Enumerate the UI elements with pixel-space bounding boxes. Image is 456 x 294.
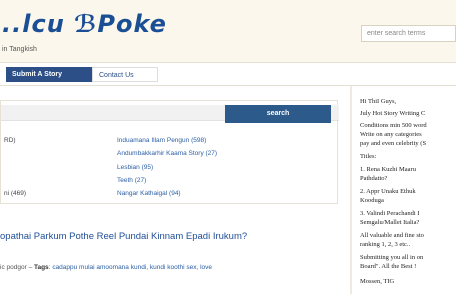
- sidebar-text-line: ranking 1, 2, 3 etc..: [360, 241, 411, 248]
- sidebar-text-line: 2. Appr Unaku Ethuk: [360, 188, 416, 195]
- category-link[interactable]: Andumbakkarhir Kaama Story (27): [117, 150, 217, 157]
- sidebar-announcement: Hi ThiI Guys, July Hot Story Writing C C…: [350, 86, 456, 294]
- sidebar-text-line: Mossen, TIG: [360, 278, 395, 285]
- post-title-link[interactable]: opathai Parkum Pothe Reel Pundai Kinnam …: [0, 231, 348, 242]
- sidebar-text-line: Write on any categories: [360, 131, 422, 138]
- sidebar-text-line: Titles:: [360, 153, 377, 160]
- site-tagline: in Tangkish: [2, 46, 37, 53]
- sidebar-text-line: 1. Rena Kuzhi Maaru: [360, 166, 416, 173]
- tags-colon: :: [48, 264, 51, 271]
- sidebar-text-line: Submitting you all in on: [360, 254, 424, 261]
- sidebar-text-line: Hi ThiI Guys,: [360, 98, 397, 105]
- category-link[interactable]: Induamana Illam Pengun (598): [117, 137, 206, 144]
- category-row: RD) Induamana Illam Pengun (598): [1, 135, 339, 147]
- sidebar-text-line: Board". All the Best !: [360, 263, 417, 270]
- site-logo[interactable]: ..lcu ℬPoke: [2, 10, 167, 38]
- post-tags[interactable]: cadappu mulai amoomana kundi, kundi koot…: [52, 264, 212, 271]
- sidebar-text-line: Kooduga: [360, 197, 384, 204]
- sidebar-text-line: Semgalu/Mallet Italia?: [360, 219, 420, 226]
- main-content: search RD) Induamana Illam Pengun (598) …: [0, 86, 350, 294]
- site-header: ..lcu ℬPoke in Tangkish enter search ter…: [0, 0, 456, 62]
- category-row: Teeth (27): [1, 175, 339, 187]
- search-input[interactable]: enter search terms: [361, 25, 456, 42]
- category-link[interactable]: Lesbian (95): [117, 164, 153, 171]
- post-author[interactable]: ic podgor: [0, 264, 27, 271]
- category-row: ni (469) Nangar Kathaigal (94): [1, 188, 339, 200]
- sidebar-text-line: July Hot Story Writing C: [360, 110, 426, 117]
- category-link[interactable]: Nangar Kathaigal (94): [117, 190, 181, 197]
- sidebar-text-line: Pathdatto?: [360, 175, 388, 182]
- tags-label: Tags: [33, 264, 49, 271]
- sidebar-text-line: 3. Valindi Perachandi I: [360, 210, 420, 217]
- category-left[interactable]: RD): [4, 137, 16, 144]
- category-row: Lesbian (95): [1, 162, 339, 174]
- main-nav: Submit A Story Contact Us: [0, 62, 456, 86]
- category-panel: search RD) Induamana Illam Pengun (598) …: [0, 100, 339, 204]
- search-button[interactable]: search: [225, 105, 331, 123]
- nav-contact-us[interactable]: Contact Us: [92, 67, 158, 82]
- sidebar-text-line: pay and even celebrity (S: [360, 140, 427, 147]
- category-left[interactable]: ni (469): [4, 190, 26, 197]
- category-row: Andumbakkarhir Kaama Story (27): [1, 148, 339, 160]
- post-meta: ic podgor – Tags: cadappu mulai amoomana…: [0, 264, 348, 271]
- sidebar-text-line: All valuable and fine sto: [360, 232, 424, 239]
- category-link[interactable]: Teeth (27): [117, 177, 146, 184]
- panel-search-bar: search: [1, 105, 339, 123]
- sidebar-text-line: Conditions min 500 word: [360, 122, 427, 129]
- nav-submit-story[interactable]: Submit A Story: [6, 67, 92, 82]
